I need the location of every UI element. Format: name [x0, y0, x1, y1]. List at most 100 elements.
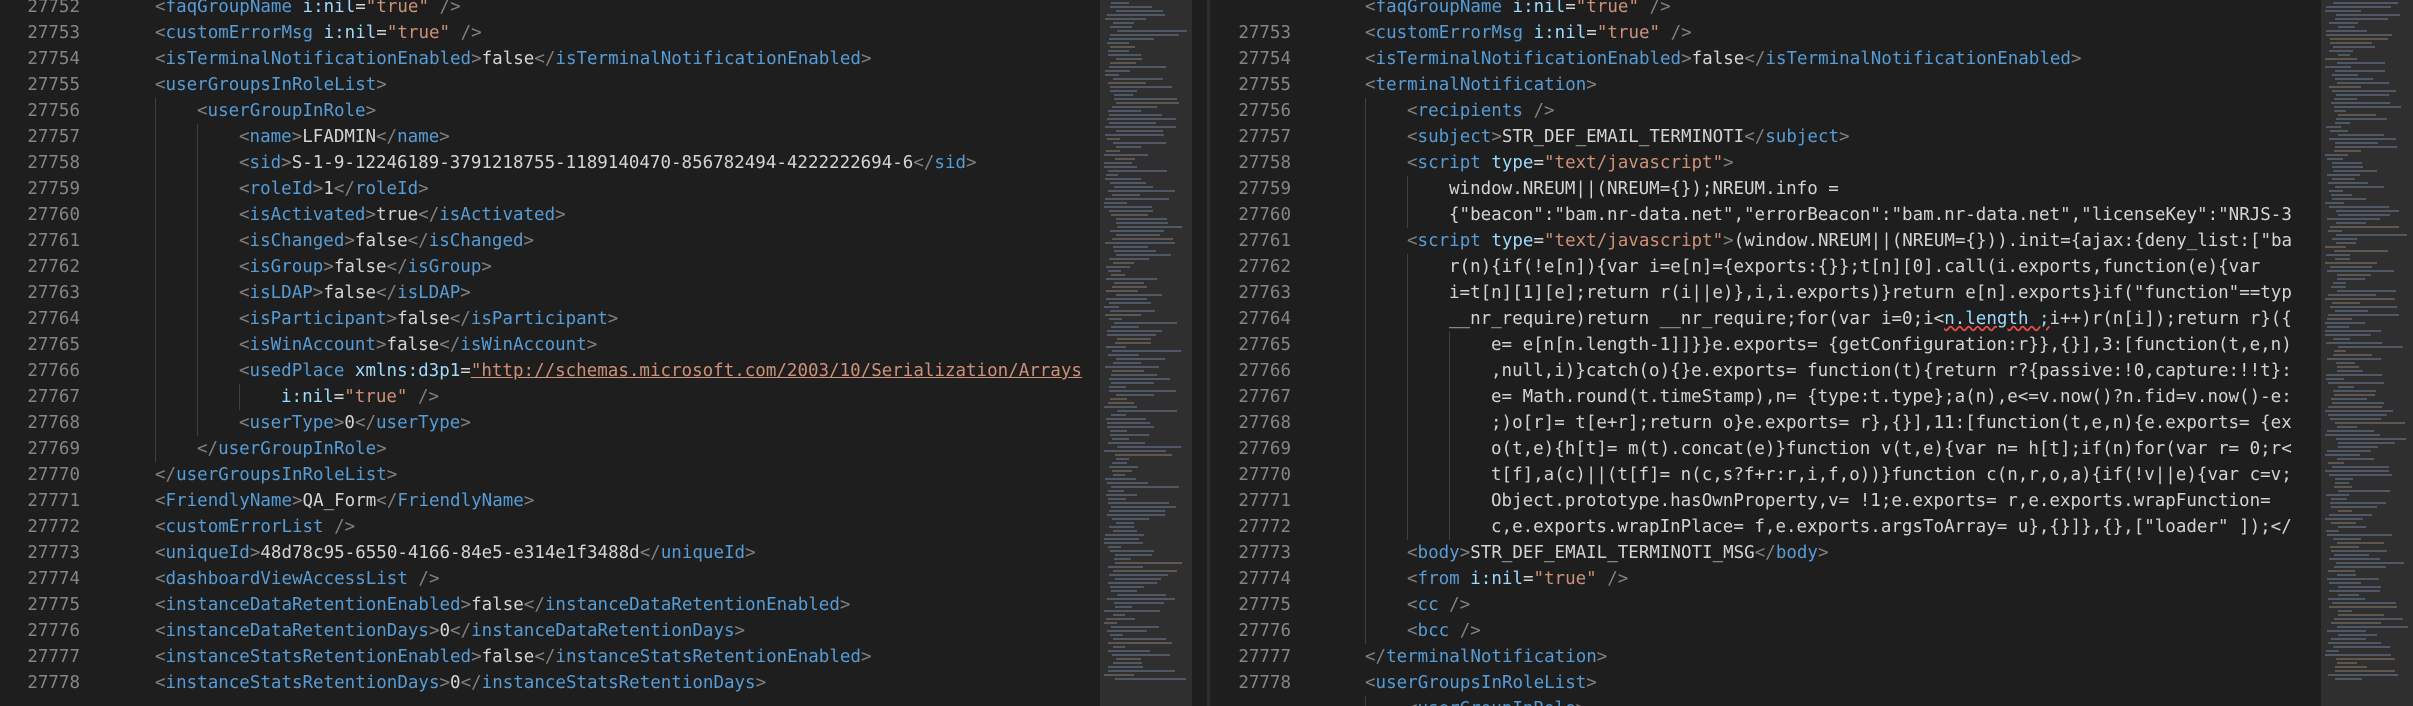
token: isWinAccount	[249, 335, 376, 355]
indent-guide	[1365, 332, 1366, 358]
code-text: <isChanged>false</isChanged>	[239, 228, 534, 254]
token: </	[639, 543, 661, 563]
code-line[interactable]: 27770 </userGroupsInRoleList>	[0, 462, 1210, 488]
code-line[interactable]: 27776 <bcc />	[1210, 618, 2413, 644]
right-editor-pane[interactable]: <faqGroupName i:nil="true" /> 27753 <custo…	[1210, 0, 2413, 706]
minimap[interactable]	[2321, 0, 2413, 706]
code-line[interactable]: 27772 c,e.exports.wrapInPlace= f,e.export…	[1210, 514, 2413, 540]
code-line[interactable]: 27775 <cc />	[1210, 592, 2413, 618]
token: =	[1522, 569, 1534, 589]
code-line[interactable]: 27756 <recipients />	[1210, 98, 2413, 124]
token: <	[155, 569, 166, 589]
token: >	[755, 673, 767, 693]
token: "true"	[1596, 23, 1661, 43]
code-line[interactable]: 27778 <userGroupsInRoleList>	[1210, 670, 2413, 696]
token: uniqueId	[660, 543, 746, 563]
indent-guide	[155, 332, 156, 358]
code-line[interactable]: 27773 <uniqueId>48d78c95-6550-4166-84e5-e…	[0, 540, 1210, 566]
code-line[interactable]: 27766 <usedPlace xmlns:d3p1="http://schem…	[0, 358, 1210, 384]
code-line[interactable]: 27762 r(n){if(!e[n]){var i=e[n]={exports:…	[1210, 254, 2413, 280]
token: <	[239, 361, 250, 381]
token: >	[312, 179, 324, 199]
code-line[interactable]: 27757 <subject>STR_DEF_EMAIL_TERMINOTI</s…	[1210, 124, 2413, 150]
code-line[interactable]: 27775 <instanceDataRetentionEnabled>false…	[0, 592, 1210, 618]
code-line[interactable]: 27755 <terminalNotification>	[1210, 72, 2413, 98]
code-line[interactable]: 27753 <customErrorMsg i:nil="true" />	[0, 20, 1210, 46]
code-line[interactable]: 27770 t[f],a(c)||(t[f]= n(c,s?f+r:r,i,f,o…	[1210, 462, 2413, 488]
code-line[interactable]: 27753 <customErrorMsg i:nil="true" />	[1210, 20, 2413, 46]
code-line[interactable]: 27768 <userType>0</userType>	[0, 410, 1210, 436]
line-number: 27762	[1238, 257, 1291, 277]
token: >	[312, 283, 324, 303]
code-line[interactable]: 27777 <instanceStatsRetentionEnabled>fals…	[0, 644, 1210, 670]
code-line[interactable]: 27767 i:nil="true" />	[0, 384, 1210, 410]
code-line[interactable]: 27760 {"beacon":"bam.nr-data.net","errorB…	[1210, 202, 2413, 228]
code-line[interactable]: 27767 e= Math.round(t.timeStamp),n= {type…	[1210, 384, 2413, 410]
indent-guide	[239, 384, 240, 410]
token: isChanged	[428, 231, 524, 251]
code-text: <faqGroupName i:nil="true" />	[1365, 0, 1671, 20]
code-line[interactable]: 27774 <from i:nil="true" />	[1210, 566, 2413, 592]
line-number: 27758	[27, 153, 80, 173]
minimap[interactable]	[1100, 0, 1192, 706]
code-line[interactable]: 27755 <userGroupsInRoleList>	[0, 72, 1210, 98]
code-line[interactable]: 27760 <isActivated>true</isActivated>	[0, 202, 1210, 228]
line-number: 27755	[27, 75, 80, 95]
code-line[interactable]: <faqGroupName i:nil="true" />	[1210, 0, 2413, 20]
token: </	[376, 127, 398, 147]
code-line[interactable]: <userGroupInRole>	[1210, 696, 2413, 706]
code-line[interactable]: 27768 ;)o[r]= t[e+r];return o}e.exports= …	[1210, 410, 2413, 436]
token: <	[239, 309, 250, 329]
code-line[interactable]: 27778 <instanceStatsRetentionDays>0</inst…	[0, 670, 1210, 696]
line-number: 27765	[27, 335, 80, 355]
code-line[interactable]: 27774 <dashboardViewAccessList />	[0, 566, 1210, 592]
code-line[interactable]: 27759 window.NREUM||(NREUM={});NREUM.info…	[1210, 176, 2413, 202]
code-line[interactable]: 27758 <sid>S-1-9-12246189-3791218755-1189…	[0, 150, 1210, 176]
code-line[interactable]: 27754 <isTerminalNotificationEnabled>fals…	[0, 46, 1210, 72]
code-line[interactable]: 27771 <FriendlyName>QA_Form</FriendlyName…	[0, 488, 1210, 514]
code-line[interactable]: 27771 Object.prototype.hasOwnProperty,v= …	[1210, 488, 2413, 514]
code-line[interactable]: 27762 <isGroup>false</isGroup>	[0, 254, 1210, 280]
code-line[interactable]: 27777 </terminalNotification>	[1210, 644, 2413, 670]
token: i:nil	[1533, 23, 1587, 43]
code-line[interactable]: 27752 <faqGroupName i:nil="true" />	[0, 0, 1210, 20]
token: "true"	[1575, 0, 1639, 17]
minimap-slider[interactable]	[1100, 0, 1192, 706]
code-line[interactable]: 27759 <roleId>1</roleId>	[0, 176, 1210, 202]
code-line[interactable]: 27764 __nr_require)return __nr_require;fo…	[1210, 306, 2413, 332]
code-line[interactable]: 27761 <isChanged>false</isChanged>	[0, 228, 1210, 254]
code-line[interactable]: 27766 ,null,i)}catch(o){}e.exports= funct…	[1210, 358, 2413, 384]
code-line[interactable]: 27761 <script type="text/javascript">(win…	[1210, 228, 2413, 254]
token: =	[1565, 0, 1576, 17]
line-number: 27774	[1238, 569, 1291, 589]
code-line[interactable]: 27757 <name>LFADMIN</name>	[0, 124, 1210, 150]
token: />	[418, 387, 440, 407]
token: S-1-9-12246189-3791218755-1189140470-856…	[291, 153, 914, 173]
indent-guide	[1365, 254, 1366, 280]
token: isActivated	[249, 205, 366, 225]
code-line[interactable]: 27776 <instanceDataRetentionDays>0</insta…	[0, 618, 1210, 644]
code-line[interactable]: 27769 o(t,e){h[t]= m(t).concat(e)}functio…	[1210, 436, 2413, 462]
code-line[interactable]: 27758 <script type="text/javascript">	[1210, 150, 2413, 176]
token: >	[376, 75, 387, 95]
code-line[interactable]: 27769 </userGroupInRole>	[0, 436, 1210, 462]
left-editor-pane[interactable]: 27752 <faqGroupName i:nil="true" /> 27753 <…	[0, 0, 1210, 706]
indent-guide	[1365, 98, 1366, 124]
minimap-slider[interactable]	[2321, 0, 2413, 706]
code-text: <isLDAP>false</isLDAP>	[239, 280, 471, 306]
code-line[interactable]: 27764 <isParticipant>false</isParticipant…	[0, 306, 1210, 332]
token: =	[1533, 231, 1545, 251]
code-line[interactable]: 27763 i=t[n][1][e];return r(i||e)},i,i.ex…	[1210, 280, 2413, 306]
token: "true"	[386, 23, 451, 43]
code-line[interactable]: 27773 <body>STR_DEF_EMAIL_TERMINOTI_MSG</…	[1210, 540, 2413, 566]
code-line[interactable]: 27765 <isWinAccount>false</isWinAccount>	[0, 332, 1210, 358]
token: userGroupsInRoleList	[176, 465, 387, 485]
code-line[interactable]: 27754 <isTerminalNotificationEnabled>fals…	[1210, 46, 2413, 72]
token: <	[1365, 0, 1376, 17]
code-line[interactable]: 27765 e= e[n[n.length-1]]}}e.exports= {ge…	[1210, 332, 2413, 358]
code-line[interactable]: 27756 <userGroupInRole>	[0, 98, 1210, 124]
code-line[interactable]: 27772 <customErrorList />	[0, 514, 1210, 540]
code-line[interactable]: 27763 <isLDAP>false</isLDAP>	[0, 280, 1210, 306]
